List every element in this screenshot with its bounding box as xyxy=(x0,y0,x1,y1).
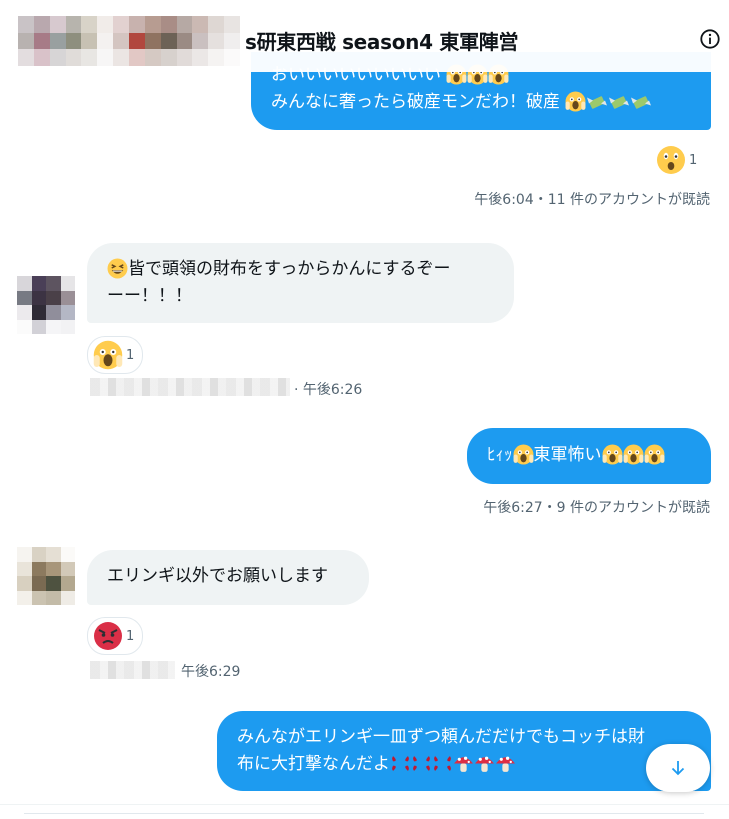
conversation-title: s研東西戦 season4 東軍陣営 xyxy=(245,30,519,54)
sender-name-redacted xyxy=(90,661,175,679)
message-reaction[interactable]: 1 xyxy=(650,142,707,178)
message-line: 皆で頭領の財布をすっからかんにするぞー xyxy=(128,259,451,279)
avatar[interactable] xyxy=(17,547,75,605)
scroll-to-bottom-button[interactable] xyxy=(646,744,710,792)
incoming-message-bubble[interactable]: 皆で頭領の財布をすっからかんにするぞー ーー！！！ xyxy=(87,243,514,323)
arrow-down-icon xyxy=(671,761,685,776)
sender-name-redacted xyxy=(90,378,290,396)
message-meta: 午後6:04・11 件のアカウントが既読 xyxy=(474,192,710,208)
money-with-wings-emoji xyxy=(586,92,652,112)
message-meta: · 午後6:26 xyxy=(294,382,363,398)
screaming-face-emoji xyxy=(565,91,586,112)
message-text: 東軍怖い xyxy=(533,445,602,465)
message-line: 布に大打撃なんだよ xyxy=(237,754,390,774)
message-reaction[interactable]: 1 xyxy=(87,617,144,655)
message-line: ーー！！！ xyxy=(107,286,192,306)
angry-face-icon xyxy=(94,622,122,650)
astonished-face-icon xyxy=(657,146,685,174)
anger-symbol-emoji xyxy=(390,754,453,774)
grinning-squinting-face-emoji xyxy=(107,258,128,279)
message-line: みんなに奢ったら破産モンだわ！破産 xyxy=(271,92,560,112)
message-line: みんながエリンギ一皿ずつ頼んだだけでもコッチは財 xyxy=(237,727,645,747)
conversation-header: s研東西戦 season4 東軍陣営 xyxy=(0,0,729,72)
screaming-face-emoji xyxy=(513,444,534,465)
reaction-count: 1 xyxy=(689,152,698,168)
pixelated-group-avatar xyxy=(18,16,240,66)
outgoing-message-bubble[interactable]: ﾋｨｯ 東軍怖い xyxy=(467,428,711,484)
message-reaction[interactable]: 1 xyxy=(87,336,144,374)
screaming-face-emoji xyxy=(602,444,665,465)
reaction-count: 1 xyxy=(126,347,135,363)
mushroom-emoji xyxy=(453,754,516,774)
incoming-message-bubble[interactable]: エリンギ以外でお願いします xyxy=(87,550,369,605)
outgoing-message-bubble[interactable]: みんながエリンギ一皿ずつ頼んだだけでもコッチは財 布に大打撃なんだよ xyxy=(217,711,711,791)
info-circle-icon[interactable] xyxy=(699,28,721,50)
screaming-face-icon xyxy=(93,340,123,370)
message-meta: 午後6:27・9 件のアカウントが既読 xyxy=(483,500,710,516)
composer-divider xyxy=(0,804,729,818)
avatar[interactable] xyxy=(17,276,75,334)
message-meta: 午後6:29 xyxy=(181,664,241,680)
message-text: エリンギ以外でお願いします xyxy=(107,566,328,586)
message-prefix: ﾋｨｯ xyxy=(487,445,513,465)
reaction-count: 1 xyxy=(126,628,135,644)
